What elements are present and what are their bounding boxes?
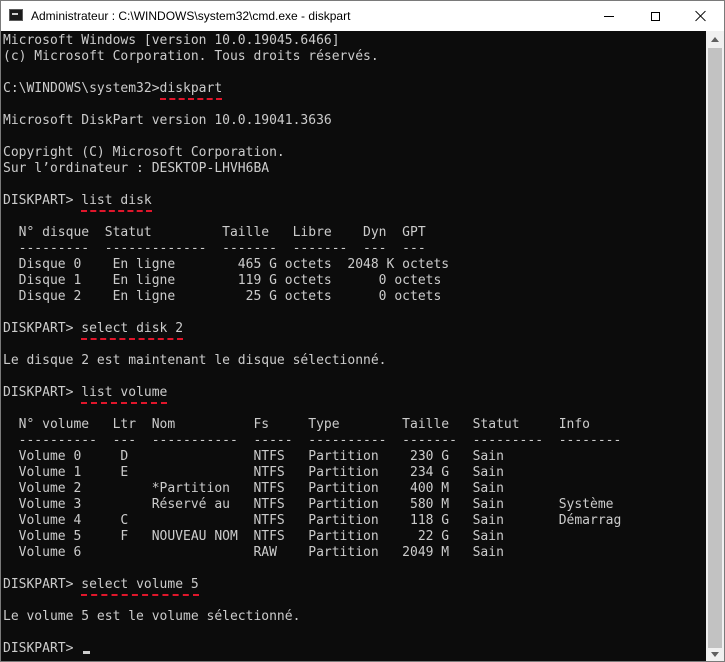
- console-line: N° disque Statut Taille Libre Dyn GPT: [3, 225, 426, 241]
- prompt-text: DISKPART>: [3, 321, 82, 336]
- window-title: Administrateur : C:\WINDOWS\system32\cmd…: [31, 9, 351, 23]
- arrow-up-icon: [711, 37, 719, 42]
- output-text: --------- ------------- ------- ------- …: [3, 241, 426, 256]
- prompt-text: DISKPART>: [3, 641, 82, 656]
- maximize-button[interactable]: [632, 1, 678, 31]
- entered-command: select volume 5: [81, 577, 200, 596]
- output-text: Sur l’ordinateur : DESKTOP-LHVH6BA: [3, 161, 270, 176]
- output-text: Le disque 2 est maintenant le disque sél…: [3, 353, 387, 368]
- command-line: DISKPART> select disk 2: [3, 321, 184, 340]
- console-line: Copyright (C) Microsoft Corporation.: [3, 145, 285, 161]
- output-text: Microsoft DiskPart version 10.0.19041.36…: [3, 113, 332, 128]
- cmd-app-icon[interactable]: [9, 9, 23, 21]
- console-line: Volume 4 C NTFS Partition 118 G Sain Dém…: [3, 513, 622, 529]
- console-output[interactable]: Microsoft Windows [version 10.0.19045.64…: [1, 31, 706, 661]
- console-line: Disque 1 En ligne 119 G octets 0 octets: [3, 273, 442, 289]
- command-line: DISKPART> list volume: [3, 385, 168, 404]
- maximize-icon: [650, 11, 660, 21]
- entered-command: diskpart: [159, 81, 223, 100]
- output-text: Volume 1 E NTFS Partition 234 G Sain: [3, 465, 504, 480]
- console-line: Sur l’ordinateur : DESKTOP-LHVH6BA: [3, 161, 269, 177]
- console-line: Volume 2 *Partition NTFS Partition 400 M…: [3, 481, 504, 497]
- console-line: DISKPART>: [3, 641, 91, 657]
- output-text: Volume 6 RAW Partition 2049 M Sain: [3, 545, 504, 560]
- scroll-thumb[interactable]: [708, 48, 722, 648]
- output-text: Volume 4 C NTFS Partition 118 G Sain Dém…: [3, 513, 622, 528]
- console-line: Le disque 2 est maintenant le disque sél…: [3, 353, 387, 369]
- output-text: Volume 0 D NTFS Partition 230 G Sain: [3, 449, 504, 464]
- console-line: (c) Microsoft Corporation. Tous droits r…: [3, 49, 379, 65]
- output-text: Volume 2 *Partition NTFS Partition 400 M…: [3, 481, 504, 496]
- output-text: N° volume Ltr Nom Fs Type Taille Statut …: [3, 417, 590, 432]
- arrow-down-icon: [711, 652, 719, 657]
- output-text: Disque 1 En ligne 119 G octets 0 octets: [3, 273, 442, 288]
- prompt-text: DISKPART>: [3, 577, 82, 592]
- output-text: ---------- --- ----------- ----- -------…: [3, 433, 622, 448]
- prompt-text: DISKPART>: [3, 193, 82, 208]
- console-line: Disque 2 En ligne 25 G octets 0 octets: [3, 289, 442, 305]
- command-line: C:\WINDOWS\system32>diskpart: [3, 81, 223, 100]
- console-line: --------- ------------- ------- ------- …: [3, 241, 426, 257]
- console-line: Microsoft DiskPart version 10.0.19041.36…: [3, 113, 332, 129]
- minimize-icon: [604, 15, 614, 17]
- output-text: Volume 3 Réservé au NTFS Partition 580 M…: [3, 497, 614, 512]
- console-line: Volume 3 Réservé au NTFS Partition 580 M…: [3, 497, 614, 513]
- console-line: Volume 0 D NTFS Partition 230 G Sain: [3, 449, 504, 465]
- scroll-down-button[interactable]: [706, 648, 724, 661]
- scroll-up-button[interactable]: [706, 31, 724, 48]
- vertical-scrollbar[interactable]: [706, 31, 724, 661]
- entered-command: select disk 2: [81, 321, 184, 340]
- output-text: (c) Microsoft Corporation. Tous droits r…: [3, 49, 379, 64]
- output-text: Microsoft Windows [version 10.0.19045.64…: [3, 33, 340, 48]
- close-icon: [695, 10, 707, 22]
- command-line: DISKPART> select volume 5: [3, 577, 200, 596]
- title-bar[interactable]: Administrateur : C:\WINDOWS\system32\cmd…: [1, 1, 724, 31]
- console-line: Le volume 5 est le volume sélectionné.: [3, 609, 300, 625]
- console-line: Volume 5 F NOUVEAU NOM NTFS Partition 22…: [3, 529, 504, 545]
- console-line: N° volume Ltr Nom Fs Type Taille Statut …: [3, 417, 590, 433]
- console-line: Volume 6 RAW Partition 2049 M Sain: [3, 545, 504, 561]
- prompt-text: DISKPART>: [3, 385, 82, 400]
- entered-command: list disk: [81, 193, 153, 212]
- output-text: N° disque Statut Taille Libre Dyn GPT: [3, 225, 426, 240]
- output-text: Disque 0 En ligne 465 G octets 2048 K oc…: [3, 257, 450, 272]
- prompt-text: C:\WINDOWS\system32>: [3, 81, 160, 96]
- close-button[interactable]: [678, 1, 724, 31]
- console-line: ---------- --- ----------- ----- -------…: [3, 433, 622, 449]
- command-line: DISKPART> list disk: [3, 193, 153, 212]
- minimize-button[interactable]: [586, 1, 632, 31]
- text-cursor: [83, 651, 91, 654]
- output-text: Le volume 5 est le volume sélectionné.: [3, 609, 301, 624]
- console-line: Microsoft Windows [version 10.0.19045.64…: [3, 33, 340, 49]
- cmd-window: Administrateur : C:\WINDOWS\system32\cmd…: [0, 0, 725, 662]
- entered-command: list volume: [81, 385, 168, 404]
- console-line: Disque 0 En ligne 465 G octets 2048 K oc…: [3, 257, 449, 273]
- output-text: Volume 5 F NOUVEAU NOM NTFS Partition 22…: [3, 529, 504, 544]
- console-line: Volume 1 E NTFS Partition 234 G Sain: [3, 465, 504, 481]
- output-text: Disque 2 En ligne 25 G octets 0 octets: [3, 289, 442, 304]
- output-text: Copyright (C) Microsoft Corporation.: [3, 145, 285, 160]
